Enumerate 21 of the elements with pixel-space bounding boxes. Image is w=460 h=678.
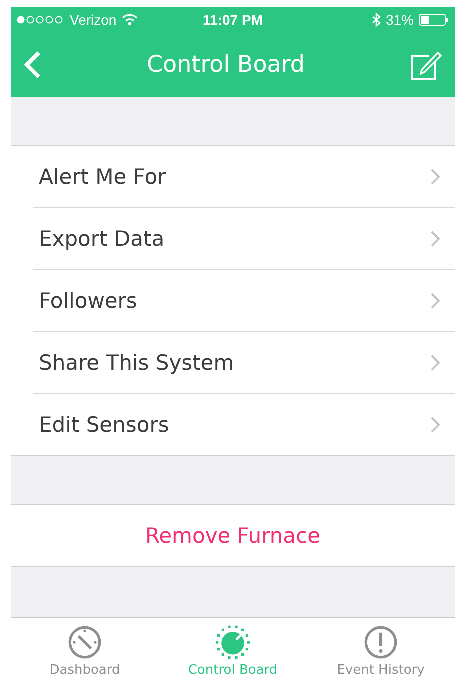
battery-icon (419, 14, 449, 26)
remove-button[interactable]: Remove Furnace (11, 505, 455, 567)
chevron-icon (431, 230, 441, 246)
chevron-icon (431, 354, 441, 370)
carrier-name: Verizon (70, 12, 117, 28)
bluetooth-icon (372, 12, 381, 26)
menu-row[interactable]: Export Data (33, 208, 455, 270)
dial-icon (213, 625, 253, 660)
back-icon[interactable] (23, 50, 43, 78)
menu-row[interactable]: Alert Me For (33, 146, 455, 208)
signal-icon (17, 16, 65, 24)
menu-row[interactable]: Edit Sensors (33, 394, 455, 455)
chevron-icon (431, 168, 441, 184)
chevron-icon (431, 292, 441, 308)
wifi-icon (122, 14, 138, 26)
battery-percent: 31% (386, 12, 414, 28)
menu-row[interactable]: Followers (33, 270, 455, 332)
chevron-icon (431, 416, 441, 432)
clock-time: 11:07 PM (203, 12, 263, 28)
nav-title: Control Board (146, 52, 306, 78)
menu-row[interactable]: Share This System (33, 332, 455, 394)
